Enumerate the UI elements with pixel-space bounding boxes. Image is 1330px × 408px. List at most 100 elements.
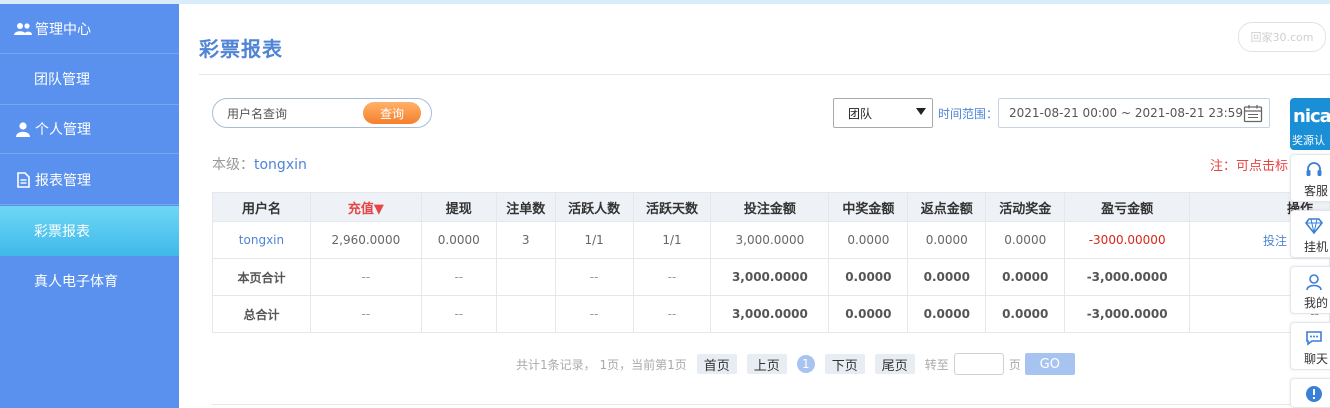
cell-bet-amount: 3,000.0000: [710, 258, 830, 296]
chat-icon: [1306, 331, 1322, 346]
cell-win-amount: 0.0000: [828, 221, 909, 259]
date-range-value: 2021-08-21 00:00 ~ 2021-08-21 23:59: [1009, 106, 1243, 120]
cell-bet-amount: 3,000.0000: [710, 295, 830, 333]
sidebar-group-management-center[interactable]: 管理中心: [0, 4, 179, 54]
cell-recharge: 2,960.0000: [309, 221, 422, 259]
info-icon: [1306, 386, 1322, 402]
bet-link[interactable]: 投注: [1263, 234, 1287, 248]
go-button[interactable]: GO: [1024, 353, 1075, 375]
user-icon: [14, 120, 32, 138]
float-item-info[interactable]: [1290, 378, 1330, 408]
search-button[interactable]: 查询: [363, 102, 421, 124]
float-banner-logo: nica: [1293, 106, 1330, 127]
cell-bet-count: 3: [495, 221, 556, 259]
cell-bonus: 0.0000: [985, 295, 1066, 333]
cell-win-amount: 0.0000: [828, 258, 909, 296]
col-withdraw: 提现: [420, 192, 497, 222]
time-range-label: 时间范围：: [938, 107, 999, 121]
sidebar-item-label: 团队管理: [34, 72, 90, 88]
cell-withdraw: 0.0000: [420, 221, 497, 259]
table-row-page-total: 本页合计 -- -- -- -- 3,000.0000 0.0000 0.000…: [212, 258, 1330, 296]
cell-bonus: 0.0000: [985, 258, 1066, 296]
cell-bet-count: [495, 295, 556, 333]
floating-toolbar: nica 奖源认 客服 挂机 我的 聊天: [1290, 98, 1330, 408]
col-rebate-amount: 返点金额: [907, 192, 987, 222]
scope-select[interactable]: 团队: [833, 98, 933, 128]
cell-win-amount: 0.0000: [828, 295, 909, 333]
diamond-icon: [1305, 218, 1323, 235]
float-item-chat[interactable]: 聊天: [1290, 322, 1330, 370]
sidebar-item-label: 个人管理: [35, 122, 91, 138]
col-bet-count: 注单数: [495, 192, 556, 222]
cell-bet-amount: 3,000.0000: [710, 221, 830, 259]
cell-recharge: --: [309, 258, 422, 296]
cell-username[interactable]: tongxin: [212, 221, 311, 259]
cell-withdraw: --: [420, 295, 497, 333]
next-page-button[interactable]: 下页: [824, 354, 865, 374]
current-level: 本级：tongxin: [212, 154, 307, 174]
cell-profit-loss: -3,000.0000: [1064, 295, 1191, 333]
cell-withdraw: --: [420, 258, 497, 296]
col-active-days: 活跃天数: [632, 192, 712, 222]
col-win-amount: 中奖金额: [828, 192, 909, 222]
sidebar-item-label: 报表管理: [35, 172, 91, 189]
float-item-customer-service[interactable]: 客服: [1290, 154, 1330, 202]
divider: [212, 404, 1330, 405]
top-accent-line: [0, 0, 1330, 4]
sidebar-item-team-management[interactable]: 团队管理: [0, 54, 179, 104]
cell-bonus: 0.0000: [985, 221, 1066, 259]
report-icon: [14, 171, 32, 189]
cell-rebate-amount: 0.0000: [907, 295, 987, 333]
date-range-input[interactable]: 2021-08-21 00:00 ~ 2021-08-21 23:59: [998, 98, 1270, 128]
col-active-users: 活跃人数: [554, 192, 634, 222]
float-banner[interactable]: nica 奖源认: [1290, 98, 1330, 150]
sidebar: 管理中心 团队管理 个人管理 报表管理 彩票报表 真人电子体育: [0, 4, 179, 408]
divider: [199, 74, 1330, 75]
prev-page-button[interactable]: 上页: [746, 354, 787, 374]
col-bonus: 活动奖金: [985, 192, 1066, 222]
cell-active-days: --: [632, 295, 712, 333]
cell-rebate-amount: 0.0000: [907, 221, 987, 259]
sidebar-item-label: 真人电子体育: [34, 274, 118, 290]
user-outline-icon: [1306, 274, 1322, 291]
pagination-summary: 共计1条记录， 1页，当前第1页: [516, 357, 687, 372]
cell-bet-count: [495, 258, 556, 296]
float-item-mine[interactable]: 我的: [1290, 266, 1330, 314]
goto-label: 转至: [924, 357, 949, 372]
sidebar-item-label: 彩票报表: [34, 224, 90, 240]
level-label: 本级：: [212, 157, 254, 173]
last-page-button[interactable]: 尾页: [874, 354, 915, 374]
cell-recharge: --: [309, 295, 422, 333]
first-page-button[interactable]: 首页: [696, 354, 737, 374]
cell-active-users: --: [554, 258, 634, 296]
search-box: 查询: [212, 98, 432, 128]
col-recharge-sort[interactable]: 充值▼: [309, 192, 422, 222]
sidebar-item-live-electronic-sports[interactable]: 真人电子体育: [0, 256, 179, 306]
float-item-label: 聊天: [1304, 352, 1329, 366]
chevron-down-icon: [916, 108, 926, 115]
sidebar-group-personal-management[interactable]: 个人管理: [0, 104, 179, 154]
float-banner-label: 奖源认: [1292, 134, 1325, 147]
level-username[interactable]: tongxin: [254, 157, 307, 173]
col-profit-loss: 盈亏金额: [1064, 192, 1191, 222]
users-icon: [14, 20, 32, 38]
sidebar-item-lottery-report[interactable]: 彩票报表: [0, 206, 179, 256]
lottery-report-table: 用户名 充值▼ 提现 注单数 活跃人数 活跃天数 投注金额 中奖金额 返点金额 …: [212, 192, 1330, 333]
sidebar-group-report-management[interactable]: 报表管理: [0, 155, 179, 205]
cell-active-days: 1/1: [632, 221, 712, 259]
current-page-indicator[interactable]: 1: [796, 355, 815, 373]
float-item-label: 挂机: [1304, 240, 1329, 254]
cell-label: 本页合计: [212, 258, 311, 296]
cell-profit-loss: -3,000.0000: [1064, 258, 1191, 296]
username-search-input[interactable]: [227, 105, 367, 122]
table-row-grand-total: 总合计 -- -- -- -- 3,000.0000 0.0000 0.0000…: [212, 295, 1330, 333]
cell-label: 总合计: [212, 295, 311, 333]
cell-active-days: --: [632, 258, 712, 296]
cell-rebate-amount: 0.0000: [907, 258, 987, 296]
cell-active-users: 1/1: [554, 221, 634, 259]
float-item-label: 我的: [1304, 296, 1329, 310]
float-item-hang-up[interactable]: 挂机: [1290, 210, 1330, 258]
note-text: 注：可点击标: [1210, 159, 1289, 174]
watermark-logo: 回家30.com: [1238, 22, 1326, 52]
goto-page-input[interactable]: [953, 353, 1004, 375]
